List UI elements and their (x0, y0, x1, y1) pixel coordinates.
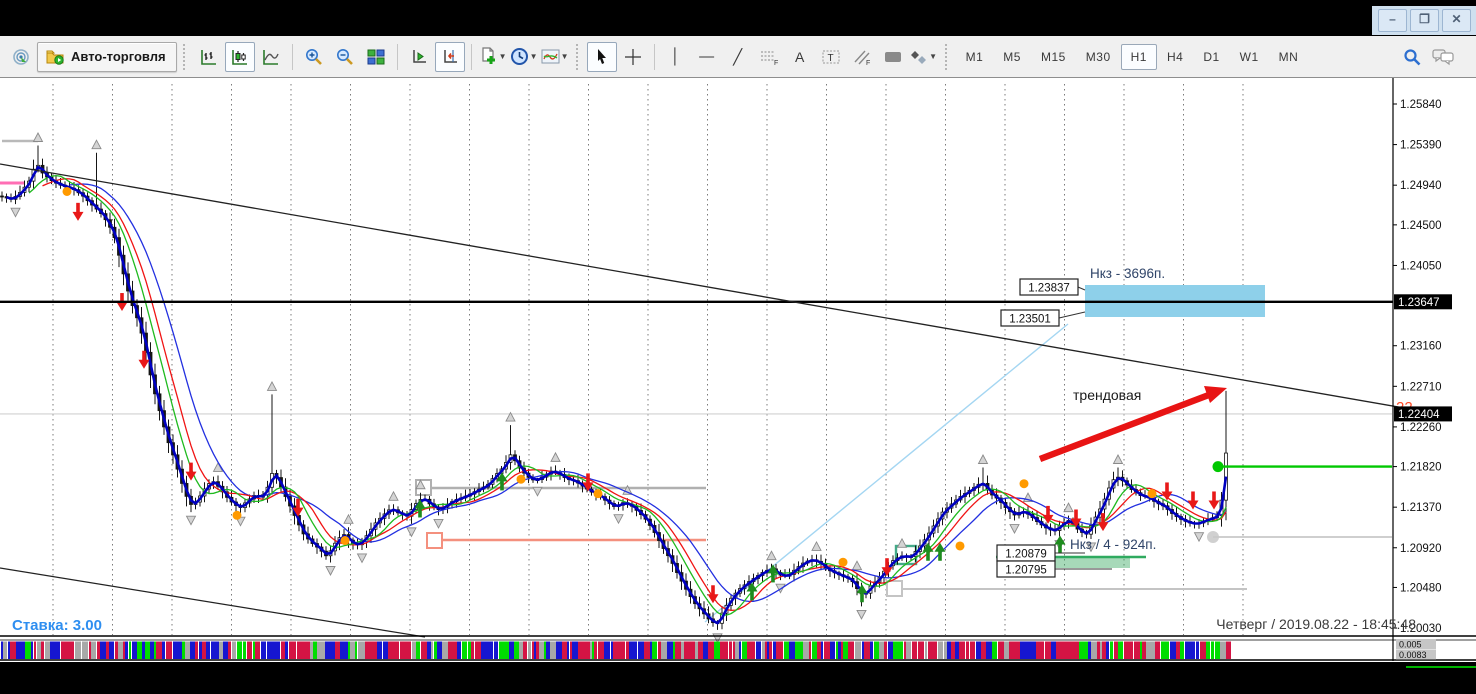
dropdown-caret-icon: ▼ (929, 52, 937, 61)
svg-text:1.22260: 1.22260 (1400, 422, 1442, 434)
indicator-value: 0.005 (1399, 640, 1422, 650)
dropdown-caret-icon: ▼ (499, 52, 507, 61)
chat-icon[interactable] (1428, 42, 1458, 72)
orange-dot-icon (63, 187, 72, 196)
signal-icon[interactable] (6, 42, 36, 72)
crosshair-icon[interactable] (618, 42, 648, 72)
svg-text:1.20920: 1.20920 (1400, 543, 1442, 555)
svg-text:1.20480: 1.20480 (1400, 582, 1442, 594)
toolbar-drag-handle (945, 44, 950, 70)
vertical-line-icon[interactable]: │ (661, 42, 691, 72)
minimize-button[interactable]: – (1378, 9, 1407, 32)
text-label-icon[interactable]: T (816, 42, 846, 72)
dropdown-caret-icon: ▼ (561, 52, 569, 61)
svg-text:1.22710: 1.22710 (1400, 381, 1442, 393)
cycle-lines-icon[interactable]: ▼ (909, 42, 939, 72)
trendline-icon[interactable]: ╱ (723, 42, 753, 72)
orange-dot-icon (956, 541, 965, 550)
close-button[interactable]: ✕ (1442, 9, 1471, 32)
level-marker-dot (1207, 531, 1219, 543)
horizontal-line-icon[interactable]: — (692, 42, 722, 72)
svg-text:1.25840: 1.25840 (1400, 99, 1442, 111)
fibonacci-icon[interactable]: F (754, 42, 784, 72)
svg-text:1.23837: 1.23837 (1028, 283, 1070, 295)
text-icon[interactable]: A (785, 42, 815, 72)
chart-canvas[interactable]: 1.238371.235011.208791.2079522Нкз - 3696… (0, 78, 1476, 689)
timeframe-h4[interactable]: H4 (1157, 44, 1193, 70)
auto-trading-button[interactable]: Авто-торговля (37, 42, 177, 72)
orange-dot-icon (594, 489, 603, 498)
bottom-strip (0, 662, 1476, 689)
svg-text:1.20879: 1.20879 (1005, 549, 1047, 561)
toolbar-separator (654, 44, 655, 70)
stake-label: Ставка: 3.00 (12, 617, 102, 634)
timeframe-w1[interactable]: W1 (1230, 44, 1269, 70)
zoom-out-icon[interactable] (330, 42, 360, 72)
price-label-box: 1.23837 (1020, 279, 1085, 295)
timeframe-mn[interactable]: MN (1269, 44, 1309, 70)
timeframe-d1[interactable]: D1 (1193, 44, 1229, 70)
window-controls: – ❐ ✕ (1372, 6, 1476, 35)
timeframe-group: M1M5M15M30H1H4D1W1MN (956, 44, 1309, 70)
toolbar-separator (471, 44, 472, 70)
svg-text:1.23647: 1.23647 (1398, 297, 1440, 309)
svg-text:F: F (774, 60, 778, 66)
svg-text:1.25390: 1.25390 (1400, 140, 1442, 152)
svg-text:1.24940: 1.24940 (1400, 180, 1442, 192)
svg-text:1.23160: 1.23160 (1400, 341, 1442, 353)
toolbar-drag-handle (183, 44, 188, 70)
orange-dot-icon (517, 475, 526, 484)
bars-chart-icon[interactable] (194, 42, 224, 72)
candlestick-chart-icon[interactable] (225, 42, 255, 72)
indicator-value: 0.0083 (1399, 650, 1427, 660)
toolbar-drag-handle (576, 44, 581, 70)
toolbar-separator (292, 44, 293, 70)
toolbar-separator (397, 44, 398, 70)
line-chart-icon[interactable] (256, 42, 286, 72)
toolbar: Авто-торговля ▼ ▼ ▼ │ (0, 36, 1476, 78)
annotation-trend-label: трендовая (1073, 387, 1141, 403)
channels-icon[interactable]: F (847, 42, 877, 72)
svg-text:1.23501: 1.23501 (1009, 314, 1051, 326)
search-icon[interactable] (1397, 42, 1427, 72)
periods-clock-icon[interactable]: ▼ (509, 42, 539, 72)
svg-text:T: T (827, 53, 833, 64)
shapes-icon[interactable] (878, 42, 908, 72)
annotation-nkz-upper: Нкз - 3696п. (1090, 266, 1165, 281)
orange-dot-icon (1148, 489, 1157, 498)
zoom-in-icon[interactable] (299, 42, 329, 72)
svg-text:F: F (866, 60, 870, 66)
dropdown-caret-icon: ▼ (530, 52, 538, 61)
cursor-icon[interactable] (587, 42, 617, 72)
auto-trading-icon (46, 49, 64, 65)
timeframe-m15[interactable]: M15 (1031, 44, 1076, 70)
timeframe-m5[interactable]: M5 (993, 44, 1031, 70)
annotation-nkz-lower: Нкз / 4 - 924п. (1070, 537, 1156, 552)
auto-trading-label: Авто-торговля (71, 49, 166, 64)
timeframe-m1[interactable]: M1 (956, 44, 994, 70)
green-level-dot (1213, 461, 1224, 472)
orange-dot-icon (233, 511, 242, 520)
restore-button[interactable]: ❐ (1410, 9, 1439, 32)
orange-dot-icon (839, 558, 848, 567)
svg-text:1.21820: 1.21820 (1400, 462, 1442, 474)
auto-scroll-icon[interactable] (404, 42, 434, 72)
indicators-icon[interactable]: ▼ (540, 42, 570, 72)
chart-window: 1.238371.235011.208791.2079522Нкз - 3696… (0, 78, 1476, 689)
chart-background (0, 78, 1476, 689)
svg-text:1.22404: 1.22404 (1398, 409, 1440, 421)
timeframe-h1[interactable]: H1 (1121, 44, 1157, 70)
datetime-label: Четверг / 2019.08.22 - 18:45:48 (1216, 616, 1416, 632)
svg-text:1.21370: 1.21370 (1400, 502, 1442, 514)
timeframe-m30[interactable]: M30 (1076, 44, 1121, 70)
new-template-icon[interactable]: ▼ (478, 42, 508, 72)
svg-text:1.20795: 1.20795 (1005, 565, 1047, 577)
title-strip: – ❐ ✕ (0, 0, 1476, 36)
svg-text:1.24050: 1.24050 (1400, 260, 1442, 272)
tile-windows-icon[interactable] (361, 42, 391, 72)
orange-dot-icon (1020, 479, 1029, 488)
orange-dot-icon (341, 536, 350, 545)
svg-text:1.24500: 1.24500 (1400, 220, 1442, 232)
chart-shift-icon[interactable] (435, 42, 465, 72)
